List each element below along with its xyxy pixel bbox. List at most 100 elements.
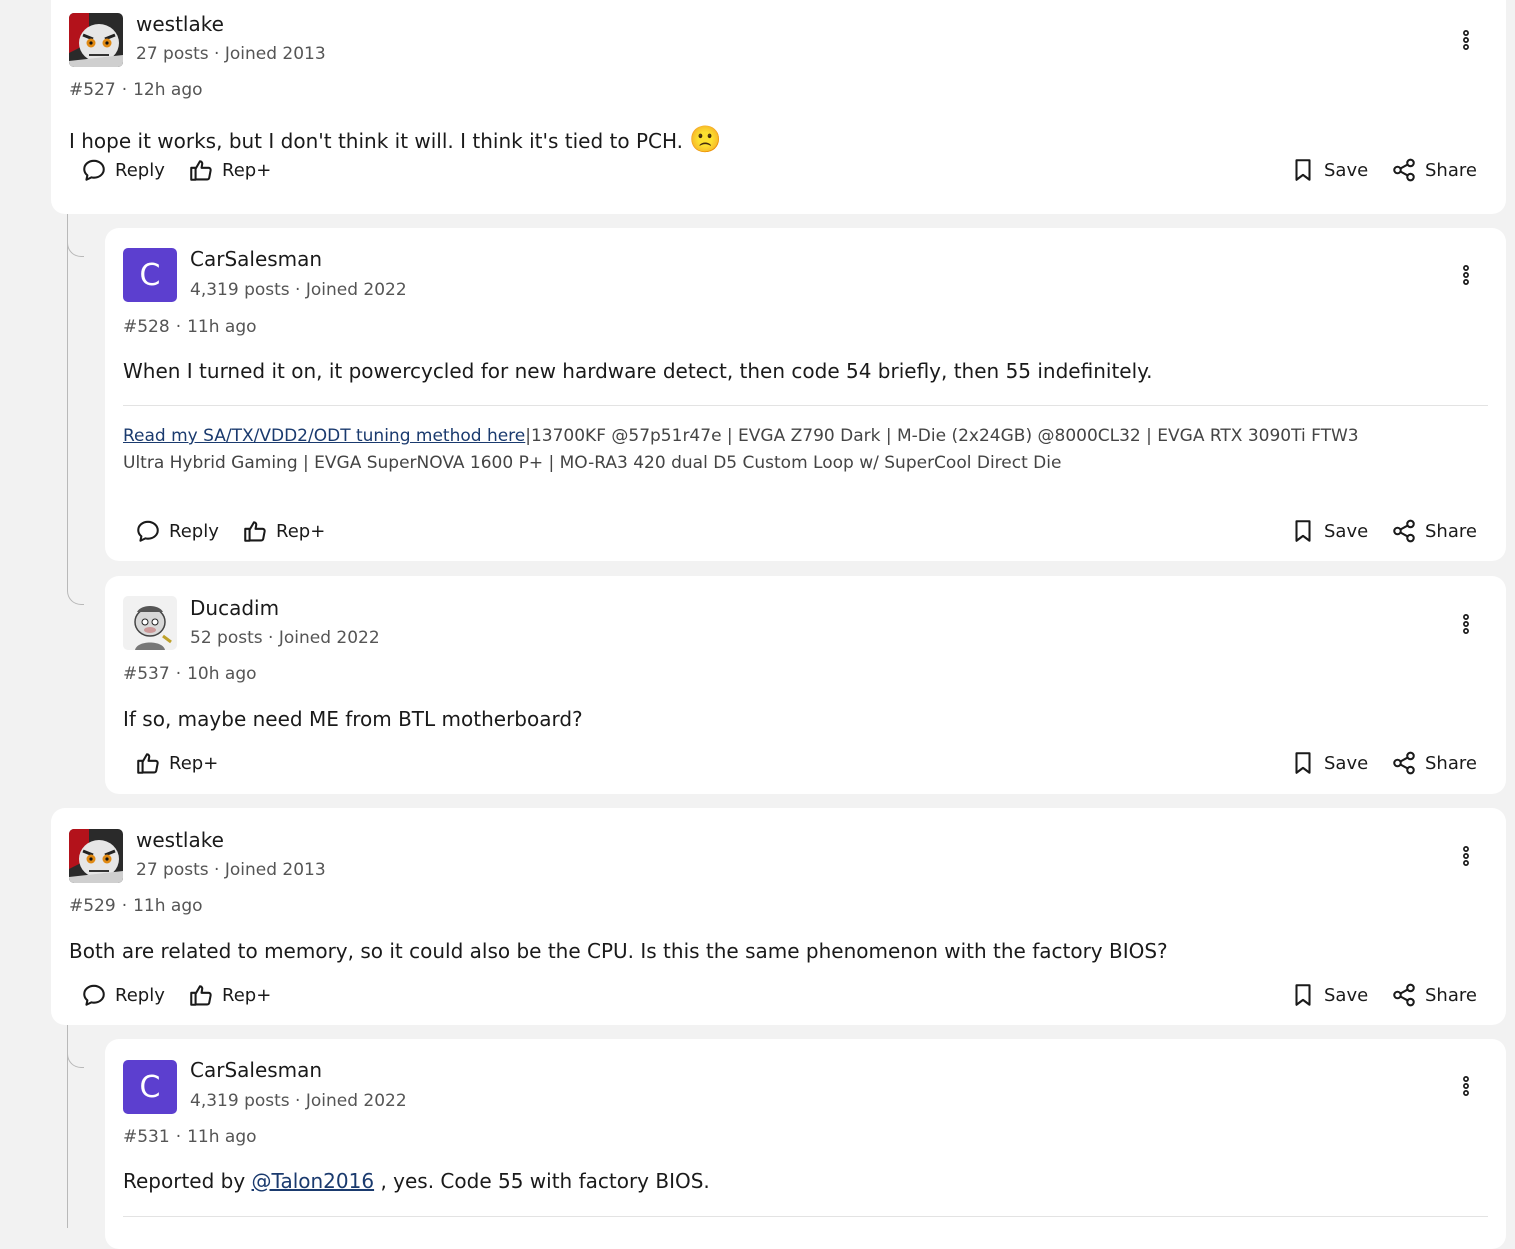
- post-number[interactable]: #527: [69, 80, 116, 100]
- thumbs-up-icon: [135, 750, 161, 776]
- post-time: 11h ago: [133, 896, 203, 916]
- thread-connector: [67, 214, 84, 605]
- post-meta: #531 · 11h ago: [123, 1127, 257, 1147]
- share-button[interactable]: Share: [1391, 750, 1477, 776]
- post-time: 10h ago: [187, 664, 257, 684]
- share-icon: [1391, 982, 1417, 1008]
- signature-link[interactable]: Read my SA/TX/VDD2/ODT tuning method her…: [123, 426, 525, 446]
- share-icon: [1391, 518, 1417, 544]
- post-body: When I turned it on, it powercycled for …: [123, 359, 1153, 383]
- user-mention-link[interactable]: @Talon2016: [252, 1169, 375, 1193]
- reply-icon: [81, 157, 107, 183]
- share-label: Share: [1425, 520, 1477, 542]
- bookmark-icon: [1290, 750, 1316, 776]
- thread-connector: [67, 1025, 84, 1068]
- share-icon: [1391, 157, 1417, 183]
- save-button[interactable]: Save: [1290, 750, 1368, 776]
- rep-label: Rep+: [276, 520, 326, 542]
- post-body: Both are related to memory, so it could …: [69, 939, 1168, 963]
- reply-label: Reply: [115, 984, 165, 1006]
- username[interactable]: Ducadim: [190, 596, 279, 620]
- user-meta: 52 posts · Joined 2022: [190, 628, 380, 648]
- thread-line: [67, 1025, 68, 1228]
- username[interactable]: CarSalesman: [190, 1058, 322, 1082]
- post-body: I hope it works, but I don't think it wi…: [69, 125, 722, 155]
- rep-button[interactable]: Rep+: [135, 750, 218, 776]
- bookmark-icon: [1290, 982, 1316, 1008]
- post-card: C CarSalesman 4,319 posts · Joined 2022 …: [105, 228, 1506, 561]
- avatar-letter: C: [139, 257, 161, 293]
- rep-button[interactable]: Rep+: [188, 157, 271, 183]
- bookmark-icon: [1290, 157, 1316, 183]
- post-card: C CarSalesman 4,319 posts · Joined 2022 …: [105, 1039, 1506, 1249]
- user-avatar[interactable]: C: [123, 248, 177, 302]
- more-vertical-icon[interactable]: [1454, 844, 1478, 868]
- reply-button[interactable]: Reply: [81, 157, 165, 183]
- save-label: Save: [1324, 159, 1369, 181]
- thumbs-up-icon: [242, 518, 268, 544]
- rep-label: Rep+: [222, 159, 272, 181]
- reply-label: Reply: [169, 520, 219, 542]
- save-button[interactable]: Save: [1290, 982, 1368, 1008]
- reply-button[interactable]: Reply: [81, 982, 165, 1008]
- post-card: westlake 27 posts · Joined 2013 #529 · 11h…: [51, 808, 1506, 1025]
- post-text: , yes. Code 55 with factory BIOS.: [380, 1169, 710, 1193]
- avatar-letter: C: [139, 1069, 161, 1105]
- more-vertical-icon[interactable]: [1454, 28, 1478, 52]
- reply-button[interactable]: Reply: [135, 518, 219, 544]
- share-label: Share: [1425, 752, 1477, 774]
- save-label: Save: [1324, 520, 1369, 542]
- more-vertical-icon[interactable]: [1454, 1074, 1478, 1098]
- post-card: westlake 27 posts · Joined 2013 #527 · 12h…: [51, 0, 1506, 214]
- thumbs-up-icon: [188, 982, 214, 1008]
- post-number[interactable]: #531: [123, 1127, 170, 1147]
- user-avatar[interactable]: C: [123, 1060, 177, 1114]
- frown-emoji: 🙁: [689, 125, 722, 155]
- bookmark-icon: [1290, 518, 1316, 544]
- share-button[interactable]: Share: [1391, 518, 1477, 544]
- save-button[interactable]: Save: [1290, 518, 1368, 544]
- thumbs-up-icon: [188, 157, 214, 183]
- user-avatar[interactable]: [123, 596, 177, 650]
- post-card: Ducadim 52 posts · Joined 2022 #537 · 10h …: [105, 576, 1506, 794]
- reply-label: Reply: [115, 159, 165, 181]
- signature-divider: [123, 1216, 1488, 1217]
- post-meta: #529 · 11h ago: [69, 896, 203, 916]
- username[interactable]: westlake: [136, 12, 224, 36]
- save-label: Save: [1324, 984, 1369, 1006]
- more-vertical-icon[interactable]: [1454, 612, 1478, 636]
- username[interactable]: westlake: [136, 828, 224, 852]
- user-avatar[interactable]: [69, 829, 123, 883]
- username[interactable]: CarSalesman: [190, 247, 322, 271]
- rep-button[interactable]: Rep+: [188, 982, 271, 1008]
- post-meta: #537 · 10h ago: [123, 664, 257, 684]
- share-button[interactable]: Share: [1391, 157, 1477, 183]
- rep-button[interactable]: Rep+: [242, 518, 325, 544]
- share-label: Share: [1425, 159, 1477, 181]
- post-number[interactable]: #528: [123, 317, 170, 337]
- more-vertical-icon[interactable]: [1454, 263, 1478, 287]
- post-time: 11h ago: [187, 317, 257, 337]
- share-icon: [1391, 750, 1417, 776]
- share-button[interactable]: Share: [1391, 982, 1477, 1008]
- reply-icon: [81, 982, 107, 1008]
- post-body: If so, maybe need ME from BTL motherboar…: [123, 707, 583, 731]
- post-number[interactable]: #529: [69, 896, 116, 916]
- save-button[interactable]: Save: [1290, 157, 1368, 183]
- signature: Read my SA/TX/VDD2/ODT tuning method her…: [123, 423, 1363, 477]
- save-label: Save: [1324, 752, 1369, 774]
- post-time: 11h ago: [187, 1127, 257, 1147]
- post-meta: #527 · 12h ago: [69, 80, 203, 100]
- post-text: Reported by: [123, 1169, 246, 1193]
- post-meta: #528 · 11h ago: [123, 317, 257, 337]
- user-meta: 4,319 posts · Joined 2022: [190, 280, 407, 300]
- rep-label: Rep+: [222, 984, 272, 1006]
- user-meta: 27 posts · Joined 2013: [136, 860, 326, 880]
- post-text: I hope it works, but I don't think it wi…: [69, 129, 684, 153]
- reply-icon: [135, 518, 161, 544]
- share-label: Share: [1425, 984, 1477, 1006]
- user-avatar[interactable]: [69, 13, 123, 67]
- signature-divider: [123, 405, 1488, 406]
- rep-label: Rep+: [169, 752, 219, 774]
- post-number[interactable]: #537: [123, 664, 170, 684]
